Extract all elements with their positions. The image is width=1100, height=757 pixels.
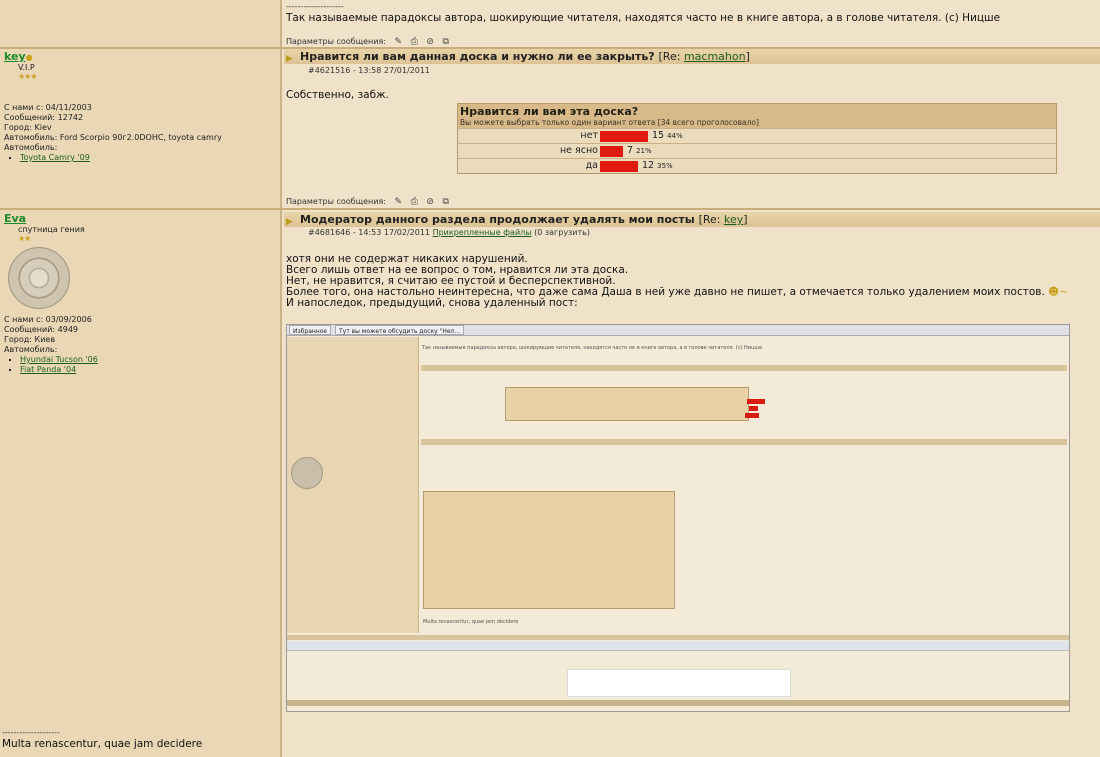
mini-quote: Так называемые парадоксы автора, шокирую…: [422, 345, 763, 351]
embedded-screenshot: Избранное Тут вы можете обсудить доску "…: [286, 324, 1070, 712]
user-car: Автомобиль: Ford Scorpio 90г2.0DOHC, toy…: [4, 133, 222, 142]
signature: Multa renascentur, quae jam decidere: [2, 738, 203, 750]
car-list: Toyota Camry '09: [4, 153, 222, 163]
browser-tabs: Избранное Тут вы можете обсудить доску "…: [287, 325, 1069, 336]
post-title-bar: ▶ Модератор данного раздела продолжает у…: [284, 212, 1100, 227]
car-link[interactable]: Fiat Panda '04: [20, 365, 76, 374]
post-body: хотя они не содержат никаких нарушений. …: [286, 254, 1068, 309]
poll-option-count: 7 21%: [627, 145, 652, 156]
notify-icon[interactable]: ⊘: [426, 37, 434, 47]
post-icon: ▶: [286, 217, 293, 227]
params-label: Параметры сообщения:: [286, 197, 386, 206]
car-item: Hyundai Tucson '06: [20, 355, 98, 365]
body-line: И напоследок, предыдущий, снова удаленны…: [286, 297, 578, 309]
top-signature: Так называемые парадоксы автора, шокирую…: [286, 12, 1001, 24]
mini-toolbar: [287, 641, 1069, 651]
poll-option-bar: [600, 131, 648, 142]
user-city: Город: Kiev: [4, 123, 52, 132]
sig-separator: --------------------: [2, 728, 60, 737]
mini-title-bar: [421, 439, 1067, 445]
poll-option-row: нет 15 44%: [458, 128, 1056, 143]
mini-poll-bar: [747, 399, 765, 404]
post-re: [Re: key]: [698, 213, 748, 226]
car-item: Fiat Panda '04: [20, 365, 98, 375]
top-separator: --------------------: [286, 2, 344, 11]
user-joined: С нами с: 04/11/2003: [4, 103, 92, 112]
mini-bottom-bar: [287, 700, 1069, 706]
poll-option-label: нет: [580, 130, 598, 141]
post-re: [Re: macmahon]: [658, 50, 750, 63]
post-meta: #4681646 - 14:53 17/02/2011 Прикрепленны…: [308, 228, 590, 237]
post-body: Собственно, забж.: [286, 89, 389, 101]
copy-icon[interactable]: ⧉: [442, 37, 448, 47]
user-city: Город: Киев: [4, 335, 56, 344]
rank-stars: ★★★: [18, 72, 38, 81]
post-title: Модератор данного раздела продолжает уда…: [300, 213, 695, 226]
user-joined: С нами с: 03/09/2006: [4, 315, 92, 324]
poll-option-label: да: [585, 160, 598, 171]
mini-footer-bar: [287, 635, 1069, 640]
poll-option-count: 12 35%: [642, 160, 673, 171]
car-link[interactable]: Hyundai Tucson '06: [20, 355, 98, 364]
post-meta: #4621516 - 13:58 27/01/2011: [308, 66, 431, 75]
params-bar-post1: Параметры сообщения: ✎ ⎙ ⊘ ⧉: [286, 197, 449, 207]
edit-icon[interactable]: ✎: [395, 197, 403, 207]
poll-subtitle: Вы можете выбрать только один вариант от…: [460, 118, 759, 127]
poll-header: Нравится ли вам эта доска? Вы можете выб…: [458, 104, 1056, 128]
user-card-key: key● V.I.P ★★★ С нами с: 04/11/2003 Сооб…: [4, 50, 222, 163]
print-icon[interactable]: ⎙: [411, 37, 418, 47]
mini-poll-bar: [749, 406, 758, 411]
post-icon: ▶: [286, 54, 293, 64]
post-title: Нравится ли вам данная доска и нужно ли …: [300, 50, 655, 63]
browser-tab: Тут вы можете обсудить доску "Нел...: [335, 325, 465, 335]
poll-box: Нравится ли вам эта доска? Вы можете выб…: [457, 103, 1057, 174]
avatar: [8, 247, 70, 309]
mini-popup: [567, 669, 791, 697]
mini-poll-bar: [745, 413, 759, 418]
edit-icon[interactable]: ✎: [395, 37, 403, 47]
post-title-bar: ▶ Нравится ли вам данная доска и нужно л…: [284, 49, 1100, 64]
poll-option-bar: [600, 146, 623, 157]
mini-sig: Multa renascentur, quae jam decidere: [423, 619, 519, 625]
user-rank: спутница гения: [18, 225, 85, 234]
user-cars-label: Автомобиль:: [4, 143, 58, 152]
mini-poll: [505, 387, 749, 421]
rank-stars: ★★: [18, 234, 31, 243]
copy-icon[interactable]: ⧉: [442, 197, 448, 207]
username-link[interactable]: Eva: [4, 212, 26, 225]
browser-tab: Избранное: [289, 325, 332, 335]
re-user-link[interactable]: key: [724, 213, 743, 226]
user-card-eva: Eva спутница гения ★★ С нами с: 03/09/20…: [4, 212, 98, 375]
car-item: Toyota Camry '09: [20, 153, 222, 163]
user-cars-label: Автомобиль:: [4, 345, 58, 354]
attachments-link[interactable]: Прикрепленные файлы: [433, 228, 532, 237]
user-posts: Сообщений: 12742: [4, 113, 84, 122]
divider: [0, 208, 1100, 210]
smiley-icon: ☻~: [1048, 286, 1068, 298]
poll-option-count: 15 44%: [652, 130, 683, 141]
poll-option-label: не ясно: [559, 145, 598, 156]
online-icon: ●: [25, 53, 33, 62]
mini-table: [423, 491, 675, 609]
username-link[interactable]: key: [4, 50, 26, 63]
print-icon[interactable]: ⎙: [411, 197, 418, 207]
mini-avatar: [291, 457, 323, 489]
notify-icon[interactable]: ⊘: [426, 197, 434, 207]
poll-option-row: не ясно 7 21%: [458, 143, 1056, 158]
params-bar-top: Параметры сообщения: ✎ ⎙ ⊘ ⧉: [286, 37, 449, 47]
poll-option-bar: [600, 161, 638, 172]
mini-title-bar: [421, 365, 1067, 371]
poll-question: Нравится ли вам эта доска?: [460, 105, 639, 118]
poll-option-row: да 12 35%: [458, 158, 1056, 173]
params-label: Параметры сообщения:: [286, 37, 386, 46]
car-link[interactable]: Toyota Camry '09: [20, 153, 90, 162]
car-list: Hyundai Tucson '06 Fiat Panda '04: [4, 355, 98, 375]
re-user-link[interactable]: macmahon: [684, 50, 746, 63]
user-rank: V.I.P: [18, 63, 35, 72]
user-posts: Сообщений: 4949: [4, 325, 78, 334]
